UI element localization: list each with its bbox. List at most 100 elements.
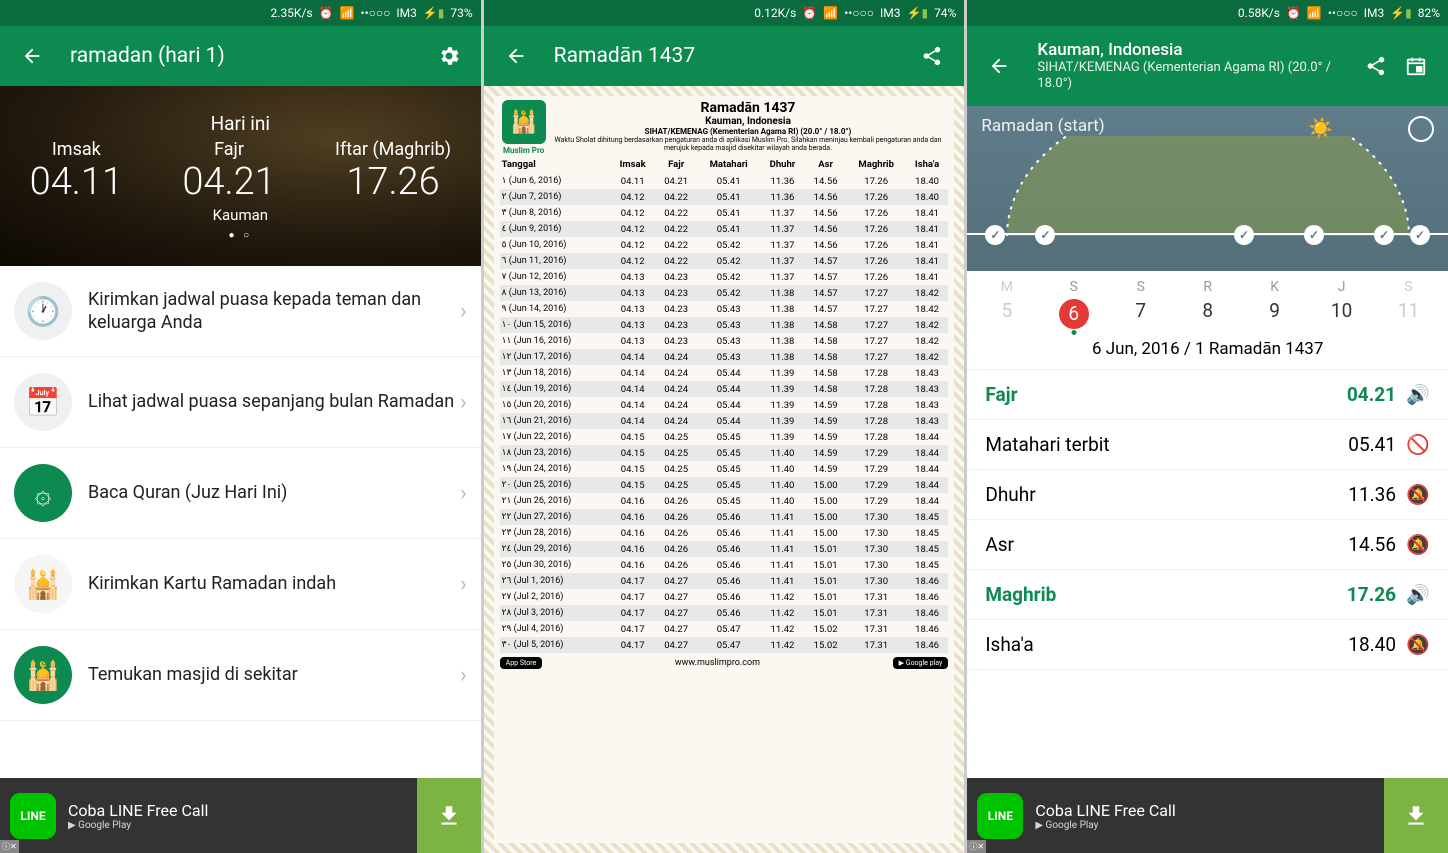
fajr-label: Fajr — [182, 139, 275, 160]
timetable-header: Ramadān 1437 Kauman, Indonesia SIHAT/KEM… — [500, 100, 949, 152]
check-icon: ✓ — [1035, 225, 1055, 245]
week-day[interactable]: K9 — [1241, 279, 1308, 329]
location-title: Kauman, Indonesia — [1037, 40, 1356, 60]
week-day[interactable]: S7 — [1107, 279, 1174, 329]
prayer-name: Fajr — [985, 383, 1347, 406]
calc-method: SIHAT/KEMENAG (Kementerian Agama RI) (20… — [1037, 60, 1356, 91]
weekday-label: J — [1308, 279, 1375, 295]
week-strip[interactable]: M5S6S7R8K9J10S11 — [967, 271, 1448, 331]
arc-label: Ramadan (start) — [981, 116, 1104, 136]
page-indicator: ● ○ — [0, 230, 481, 241]
prayer-time: 05.41 — [1348, 433, 1396, 456]
page-title: ramadan (hari 1) — [70, 44, 429, 68]
menu-item-label: Lihat jadwal puasa sepanjang bulan Ramad… — [88, 390, 460, 413]
table-row: ٥ (Jun 10, 2016)04.1204.2205.4211.3714.5… — [500, 237, 949, 253]
col-header: Asr — [805, 156, 847, 173]
table-row: ٢٥ (Jun 30, 2016)04.1604.2605.4611.4115.… — [500, 557, 949, 573]
wifi-icon: 📶 — [340, 6, 355, 20]
notification-icon[interactable]: 🔊 — [1406, 383, 1430, 406]
prayer-row[interactable]: Matahari terbit 05.41 🚫 — [967, 420, 1448, 470]
notification-icon[interactable]: 🚫 — [1406, 433, 1430, 456]
table-row: ١٠ (Jun 15, 2016)04.1304.2305.4311.3814.… — [500, 317, 949, 333]
back-button[interactable] — [979, 46, 1019, 86]
notification-icon[interactable]: 🔕 — [1406, 633, 1430, 656]
line-app-icon: LINE — [10, 793, 56, 839]
hero-today-label: Hari ini — [0, 112, 481, 135]
carrier: IM3 — [1364, 6, 1384, 20]
ad-download-button[interactable] — [1384, 778, 1448, 853]
col-header: Matahari — [697, 156, 760, 173]
prayer-row[interactable]: Asr 14.56 🔕 — [967, 520, 1448, 570]
prayer-name: Dhuhr — [985, 483, 1348, 506]
notification-icon[interactable]: 🔕 — [1406, 483, 1430, 506]
share-button[interactable] — [912, 36, 952, 76]
ad-download-button[interactable] — [417, 778, 481, 853]
network-speed: 2.35K/s — [271, 6, 313, 20]
weekday-label: S — [1107, 279, 1174, 295]
prayer-row[interactable]: Maghrib 17.26 🔊 — [967, 570, 1448, 620]
battery-pct: 82% — [1418, 6, 1440, 20]
weekday-label: S — [1040, 279, 1107, 295]
hero-banner[interactable]: Hari ini Imsak04.11 Fajr04.21 Iftar (Mag… — [0, 86, 481, 266]
ad-tag-icon: ⓘ✕ — [967, 840, 986, 853]
calendar-icon: 📅 — [14, 373, 72, 431]
ad-banner[interactable]: LINE Coba LINE Free Call ▶ Google Play ⓘ… — [967, 778, 1448, 853]
back-button[interactable] — [12, 36, 52, 76]
table-row: ٢٧ (Jul 2, 2016)04.1704.2705.4611.4215.0… — [500, 589, 949, 605]
menu-item-label: Baca Quran (Juz Hari Ini) — [88, 481, 460, 504]
table-row: ٤ (Jun 9, 2016)04.1204.2205.4111.3714.56… — [500, 221, 949, 237]
week-day[interactable]: S11 — [1375, 279, 1442, 329]
table-row: ٢١ (Jun 26, 2016)04.1604.2605.4511.4015.… — [500, 493, 949, 509]
table-row: ٢٦ (Jul 1, 2016)04.1704.2705.4611.4115.0… — [500, 573, 949, 589]
menu-item[interactable]: 🕐 Kirimkan jadwal puasa kepada teman dan… — [0, 266, 481, 357]
notification-icon[interactable]: 🔊 — [1406, 583, 1430, 606]
table-row: ٣ (Jun 8, 2016)04.1204.2205.4111.3714.56… — [500, 205, 949, 221]
ad-banner[interactable]: LINE Coba LINE Free Call ▶ Google Play ⓘ… — [0, 778, 481, 853]
prayer-name: Maghrib — [985, 583, 1347, 606]
mosque-logo-icon: 🕌 — [502, 100, 546, 144]
menu-item[interactable]: 🕌 Temukan masjid di sekitar › — [0, 630, 481, 721]
share-button[interactable] — [1356, 46, 1396, 86]
prayer-times-table: TanggalImsakFajrMatahariDhuhrAsrMaghribI… — [500, 156, 949, 653]
week-day[interactable]: J10 — [1308, 279, 1375, 329]
alarm-icon: ⏰ — [319, 6, 334, 20]
week-day[interactable]: M5 — [973, 279, 1040, 329]
menu-item[interactable]: 🕌 Kirimkan Kartu Ramadan indah › — [0, 539, 481, 630]
menu-item-label: Kirimkan Kartu Ramadan indah — [88, 572, 460, 595]
col-header: Dhuhr — [760, 156, 804, 173]
back-button[interactable] — [496, 36, 536, 76]
prayer-row[interactable]: Isha'a 18.40 🔕 — [967, 620, 1448, 670]
googleplay-badge[interactable]: ▶ Google play — [893, 657, 949, 669]
appstore-badge[interactable]: App Store — [500, 657, 543, 669]
ad-store: ▶ Google Play — [68, 820, 417, 831]
timetable-page[interactable]: 🕌 Muslim Pro Ramadān 1437 Kauman, Indone… — [484, 86, 965, 853]
check-icon: ✓ — [1374, 225, 1394, 245]
table-row: ٧ (Jun 12, 2016)04.1304.2305.4211.3714.5… — [500, 269, 949, 285]
menu-item[interactable]: 📅 Lihat jadwal puasa sepanjang bulan Ram… — [0, 357, 481, 448]
prayer-name: Matahari terbit — [985, 433, 1348, 456]
prayer-time: 04.21 — [1347, 383, 1396, 406]
app-bar: Ramadān 1437 — [484, 26, 965, 86]
week-day[interactable]: R8 — [1174, 279, 1241, 329]
notification-icon[interactable]: 🔕 — [1406, 533, 1430, 556]
day-number: 7 — [1107, 299, 1174, 322]
week-day[interactable]: S6 — [1040, 279, 1107, 329]
battery-pct: 73% — [450, 6, 472, 20]
table-row: ١١ (Jun 16, 2016)04.1304.2305.4311.3814.… — [500, 333, 949, 349]
network-speed: 0.12K/s — [754, 6, 796, 20]
table-row: ٢ (Jun 7, 2016)04.1204.2205.4111.3614.56… — [500, 189, 949, 205]
menu-item-label: Temukan masjid di sekitar — [88, 663, 460, 686]
calendar-button[interactable] — [1396, 46, 1436, 86]
hero-location: Kauman — [0, 206, 481, 224]
ad-text: Coba LINE Free Call — [68, 801, 417, 820]
table-row: ١٩ (Jun 24, 2016)04.1504.2505.4511.4014.… — [500, 461, 949, 477]
sun-arc-panel[interactable]: Ramadan (start) ☀️ ✓ ✓ ✓ ✓ ✓ ✓ — [967, 106, 1448, 271]
settings-button[interactable] — [429, 36, 469, 76]
table-row: ١٥ (Jun 20, 2016)04.1404.2405.4411.3914.… — [500, 397, 949, 413]
prayer-row[interactable]: Fajr 04.21 🔊 — [967, 370, 1448, 420]
menu-item[interactable]: ۞ Baca Quran (Juz Hari Ini) › — [0, 448, 481, 539]
prayer-row[interactable]: Dhuhr 11.36 🔕 — [967, 470, 1448, 520]
prayer-name: Asr — [985, 533, 1348, 556]
website-url: www.muslimpro.com — [675, 658, 760, 668]
col-header: Tanggal — [500, 156, 610, 173]
